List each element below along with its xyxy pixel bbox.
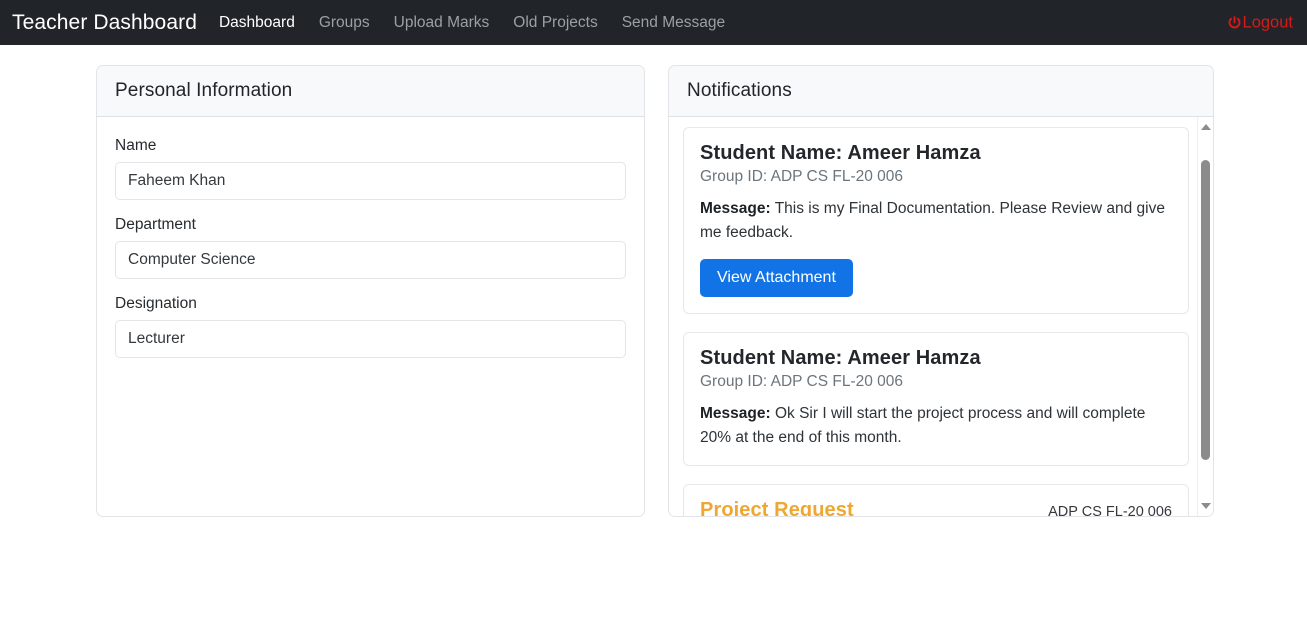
scrollbar-down-button[interactable] (1198, 498, 1213, 514)
nav-item-old-projects[interactable]: Old Projects (513, 14, 597, 32)
name-label: Name (115, 137, 157, 154)
name-input[interactable] (115, 162, 626, 200)
designation-input[interactable] (115, 320, 626, 358)
group-id: Group ID: ADP CS FL-20 006 (700, 373, 904, 391)
personal-information-panel: Personal Information Name Department Des… (96, 65, 645, 517)
nav-item-groups[interactable]: Groups (319, 14, 370, 32)
notifications-panel: Notifications Student Name: Ameer Hamza … (668, 65, 1214, 517)
notifications-header: Notifications (669, 66, 1213, 117)
student-name: Student Name: Ameer Hamza (700, 347, 981, 370)
field-group-name: Name (115, 137, 626, 216)
group-id: Group ID: ADP CS FL-20 006 (700, 168, 904, 185)
nav-item-send-message[interactable]: Send Message (622, 14, 725, 32)
view-attachment-button[interactable]: View Attachment (700, 259, 853, 298)
department-input[interactable] (115, 241, 626, 279)
personal-information-form: Name Department Designation (97, 117, 644, 374)
message-text: Message: Ok Sir I will start the project… (700, 402, 1172, 449)
nav-item-dashboard[interactable]: Dashboard (219, 14, 295, 32)
nav-item-upload-marks[interactable]: Upload Marks (394, 14, 490, 32)
notifications-title: Notifications (687, 80, 792, 101)
message-label: Message: (700, 405, 771, 423)
project-request-title: Project Request (700, 499, 854, 516)
notifications-scroll-area: Student Name: Ameer Hamza Group ID: ADP … (669, 117, 1213, 516)
project-request-header: Project Request ADP CS FL-20 006 (700, 499, 1172, 516)
field-group-department: Department (115, 216, 626, 295)
notification-card[interactable]: Student Name: Ameer Hamza Group ID: ADP … (683, 332, 1189, 467)
designation-label: Designation (115, 295, 197, 312)
message-text: Message: This is my Final Documentation.… (700, 197, 1172, 244)
power-icon (1227, 15, 1242, 30)
personal-information-header: Personal Information (97, 66, 644, 117)
notifications-scrollbar[interactable] (1197, 117, 1213, 516)
notifications-list: Student Name: Ameer Hamza Group ID: ADP … (669, 117, 1213, 516)
project-request-card[interactable]: Project Request ADP CS FL-20 006 Title: … (683, 484, 1189, 516)
student-name: Student Name: Ameer Hamza (700, 142, 981, 164)
content-area: Personal Information Name Department Des… (0, 45, 1307, 517)
department-label: Department (115, 216, 196, 233)
personal-information-title: Personal Information (115, 80, 293, 101)
scrollbar-up-button[interactable] (1198, 119, 1213, 135)
message-label: Message: (700, 200, 771, 217)
top-navbar: Teacher Dashboard Dashboard Groups Uploa… (0, 0, 1307, 45)
brand-title: Teacher Dashboard (12, 10, 197, 34)
project-request-group-id: ADP CS FL-20 006 (1048, 504, 1172, 516)
nav-links: Dashboard Groups Upload Marks Old Projec… (219, 14, 725, 32)
notification-card[interactable]: Student Name: Ameer Hamza Group ID: ADP … (683, 127, 1189, 315)
logout-button[interactable]: Logout (1227, 13, 1293, 32)
chevron-down-icon (1200, 503, 1211, 509)
chevron-up-icon (1200, 124, 1211, 130)
field-group-designation: Designation (115, 295, 626, 374)
scrollbar-thumb[interactable] (1201, 160, 1210, 460)
logout-label: Logout (1242, 13, 1293, 31)
